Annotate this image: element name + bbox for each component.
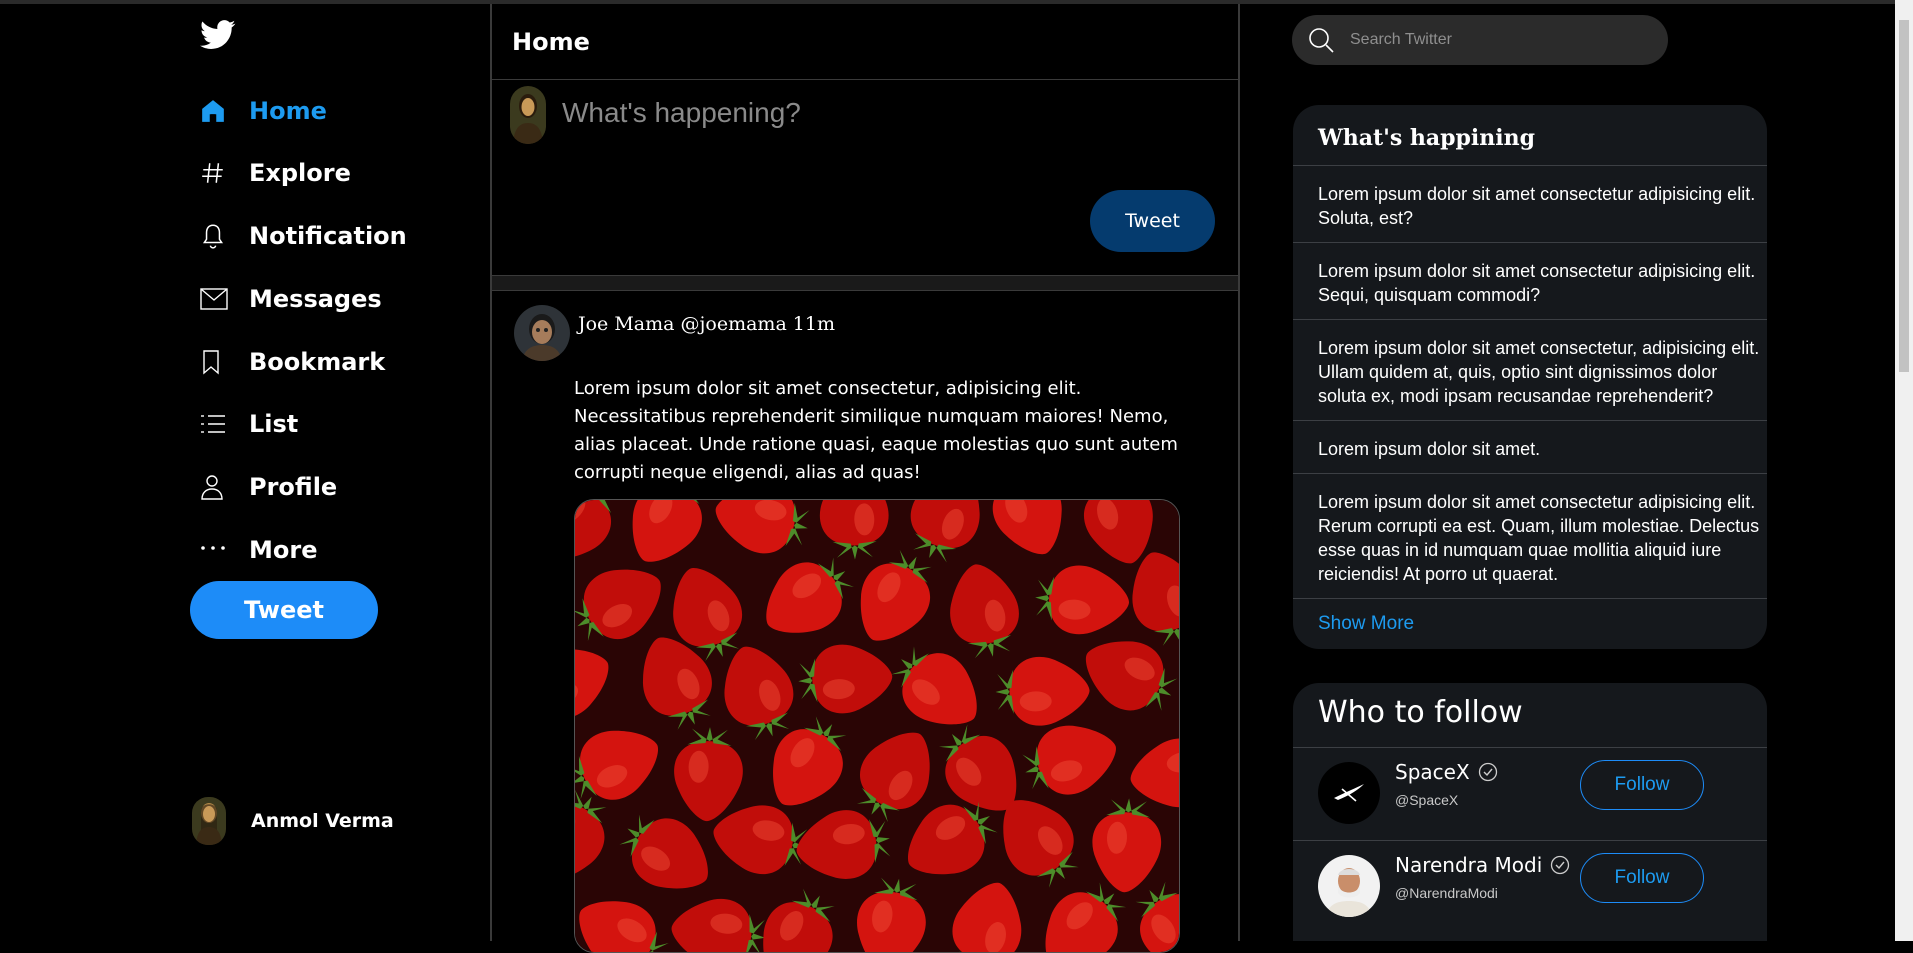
show-more-link[interactable]: Show More xyxy=(1293,598,1767,649)
list-icon xyxy=(200,409,230,439)
sidebar-tweet-button[interactable]: Tweet xyxy=(190,581,378,639)
compose-box: Tweet xyxy=(492,80,1238,275)
follow-name-row: Narendra Modi xyxy=(1395,853,1570,877)
follow-handle: @SpaceX xyxy=(1395,792,1459,808)
nav-profile[interactable]: Profile xyxy=(200,467,337,507)
who-to-follow-panel: Who to follow SpaceX @SpaceX Follow Nare… xyxy=(1293,683,1767,941)
follow-row: Narendra Modi @NarendraModi Follow xyxy=(1293,840,1767,933)
follow-handle: @NarendraModi xyxy=(1395,885,1498,901)
post-author-avatar[interactable] xyxy=(514,305,570,361)
follow-name: Narendra Modi xyxy=(1395,853,1543,877)
follow-button[interactable]: Follow xyxy=(1580,760,1704,810)
nav-label: More xyxy=(249,536,318,564)
page-title: Home xyxy=(512,27,590,56)
trends-title: What's happining xyxy=(1318,125,1536,151)
trend-item[interactable]: Lorem ipsum dolor sit amet consectetur a… xyxy=(1293,165,1767,242)
hashtag-icon xyxy=(200,158,230,188)
verified-icon xyxy=(1551,855,1570,875)
verified-icon xyxy=(1478,762,1497,782)
trend-item[interactable]: Lorem ipsum dolor sit amet. xyxy=(1293,420,1767,473)
nav-home[interactable]: Home xyxy=(200,91,327,131)
trends-panel: What's happining Lorem ipsum dolor sit a… xyxy=(1293,105,1767,649)
page-scrollbar[interactable] xyxy=(1895,0,1913,941)
home-icon xyxy=(200,96,230,126)
post-text: Lorem ipsum dolor sit amet consectetur, … xyxy=(574,378,1178,483)
nav-messages[interactable]: Messages xyxy=(200,279,382,319)
scrollbar-thumb[interactable] xyxy=(1899,20,1909,372)
twitter-logo-icon[interactable] xyxy=(200,20,238,54)
follow-name-row: SpaceX xyxy=(1395,760,1498,784)
nav-label: Home xyxy=(249,97,327,125)
bookmark-icon xyxy=(200,347,230,377)
search-bar[interactable] xyxy=(1292,15,1668,65)
nav-explore[interactable]: Explore xyxy=(200,153,351,193)
search-input[interactable] xyxy=(1348,30,1652,50)
sidebar: Home Explore Notification Messages Bookm… xyxy=(0,0,490,941)
more-icon xyxy=(200,535,230,565)
feed-divider xyxy=(492,275,1238,291)
nav-label: Messages xyxy=(249,285,382,313)
bell-icon xyxy=(200,221,230,251)
follow-button[interactable]: Follow xyxy=(1580,853,1704,903)
mail-icon xyxy=(200,284,230,314)
trend-item[interactable]: Lorem ipsum dolor sit amet consectetur a… xyxy=(1293,242,1767,319)
nav-label: Bookmark xyxy=(249,348,386,376)
follow-name: SpaceX xyxy=(1395,760,1470,784)
main-feed: Home Tweet Joe Mama @joemama 11 xyxy=(490,4,1240,953)
compose-input[interactable] xyxy=(560,92,1164,134)
compose-avatar xyxy=(510,86,546,144)
user-name: Anmol Verma xyxy=(251,810,394,832)
nav-bookmark[interactable]: Bookmark xyxy=(200,342,385,382)
nav-label: List xyxy=(249,410,299,438)
nav-list[interactable]: List xyxy=(200,404,298,444)
feed-header: Home xyxy=(492,4,1238,80)
spacex-avatar[interactable] xyxy=(1318,762,1380,824)
person-icon xyxy=(200,472,230,502)
post-image[interactable] xyxy=(574,499,1180,953)
trend-item[interactable]: Lorem ipsum dolor sit amet consectetur, … xyxy=(1293,319,1767,420)
post-meta: Joe Mama @joemama 11m xyxy=(578,313,836,335)
follow-row: SpaceX @SpaceX Follow xyxy=(1293,747,1767,840)
search-icon xyxy=(1306,25,1336,55)
account-switcher[interactable]: Anmol Verma xyxy=(192,797,394,845)
nav-label: Explore xyxy=(249,159,351,187)
trend-item[interactable]: Lorem ipsum dolor sit amet consectetur a… xyxy=(1293,473,1767,598)
compose-tweet-button[interactable]: Tweet xyxy=(1090,190,1215,252)
nav-label: Profile xyxy=(249,473,338,501)
nav-more[interactable]: More xyxy=(200,530,317,570)
nav-notification[interactable]: Notification xyxy=(200,216,407,256)
narendra-modi-avatar[interactable] xyxy=(1318,855,1380,917)
user-avatar xyxy=(192,797,226,845)
nav-label: Notification xyxy=(249,222,407,250)
who-to-follow-title: Who to follow xyxy=(1318,695,1523,730)
